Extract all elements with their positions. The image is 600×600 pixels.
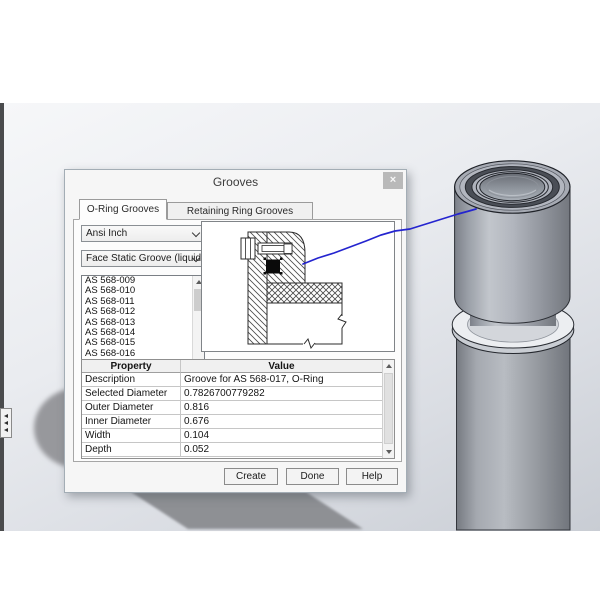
property-cell: Depth (82, 443, 181, 457)
table-header-row: Property Value (82, 360, 394, 373)
value-cell: 0.676 (181, 415, 383, 429)
stage: Grooves × O-Ring Grooves Retaining Ring … (0, 0, 600, 600)
value-cell: 0.052 (181, 443, 383, 457)
groove-section-drawing (202, 222, 394, 351)
standard-select-value: Ansi Inch (86, 228, 127, 239)
groove-type-select[interactable]: Face Static Groove (liquid (81, 250, 205, 267)
property-cell: Inner Diameter (82, 415, 181, 429)
properties-table: Property Value Description Groove for AS… (81, 359, 395, 459)
value-cell: 0.7826700779282 (181, 387, 383, 401)
table-scrollbar[interactable] (382, 360, 394, 458)
collapse-arrow-icon (4, 414, 8, 418)
table-row: Selected Diameter 0.7826700779282 (82, 387, 394, 401)
table-header-value: Value (181, 360, 383, 373)
property-cell: Description (82, 373, 181, 387)
oring-tab-page: Ansi Inch Face Static Groove (liquid AS … (73, 219, 402, 462)
table-row: Description Groove for AS 568-017, O-Rin… (82, 373, 394, 387)
scrollbar-thumb[interactable] (384, 373, 393, 444)
scroll-up-icon (386, 364, 392, 368)
value-cell: 0.104 (181, 429, 383, 443)
standard-select[interactable]: Ansi Inch (81, 225, 205, 242)
close-button[interactable]: × (383, 172, 403, 189)
scroll-up-button[interactable] (383, 360, 395, 372)
close-icon: × (390, 174, 396, 186)
create-button[interactable]: Create (224, 468, 278, 485)
scroll-down-button[interactable] (383, 446, 395, 458)
groove-preview-panel (201, 221, 395, 352)
tab-retaining-ring-grooves[interactable]: Retaining Ring Grooves (167, 202, 313, 220)
table-row: Width 0.104 (82, 429, 394, 443)
grooves-dialog: Grooves × O-Ring Grooves Retaining Ring … (64, 169, 407, 493)
table-header-property: Property (82, 360, 181, 373)
table-row: Outer Diameter 0.816 (82, 401, 394, 415)
property-cell: Outer Diameter (82, 401, 181, 415)
chevron-down-icon (192, 229, 200, 237)
value-cell: 0.816 (181, 401, 383, 415)
taskpane-collapse-button[interactable] (0, 408, 12, 438)
value-cell: Groove for AS 568-017, O-Ring (181, 373, 383, 387)
property-cell: Selected Diameter (82, 387, 181, 401)
help-button[interactable]: Help (346, 468, 398, 485)
dialog-title: Grooves (65, 175, 406, 189)
tab-oring-grooves[interactable]: O-Ring Grooves (79, 199, 167, 220)
collapse-arrow-icon (4, 428, 8, 432)
done-button[interactable]: Done (286, 468, 339, 485)
ring-size-listbox: AS 568-009 AS 568-010 AS 568-011 AS 568-… (81, 275, 205, 370)
table-row: Depth 0.052 (82, 443, 394, 457)
table-row: Inner Diameter 0.676 (82, 415, 394, 429)
groove-type-select-value: Face Static Groove (liquid (86, 253, 201, 264)
scroll-down-icon (386, 450, 392, 454)
property-cell: Width (82, 429, 181, 443)
collapse-arrow-icon (4, 421, 8, 425)
list-item[interactable]: AS 568-012 (82, 307, 204, 317)
oring-section (266, 260, 280, 274)
left-edge-strip (0, 103, 4, 531)
